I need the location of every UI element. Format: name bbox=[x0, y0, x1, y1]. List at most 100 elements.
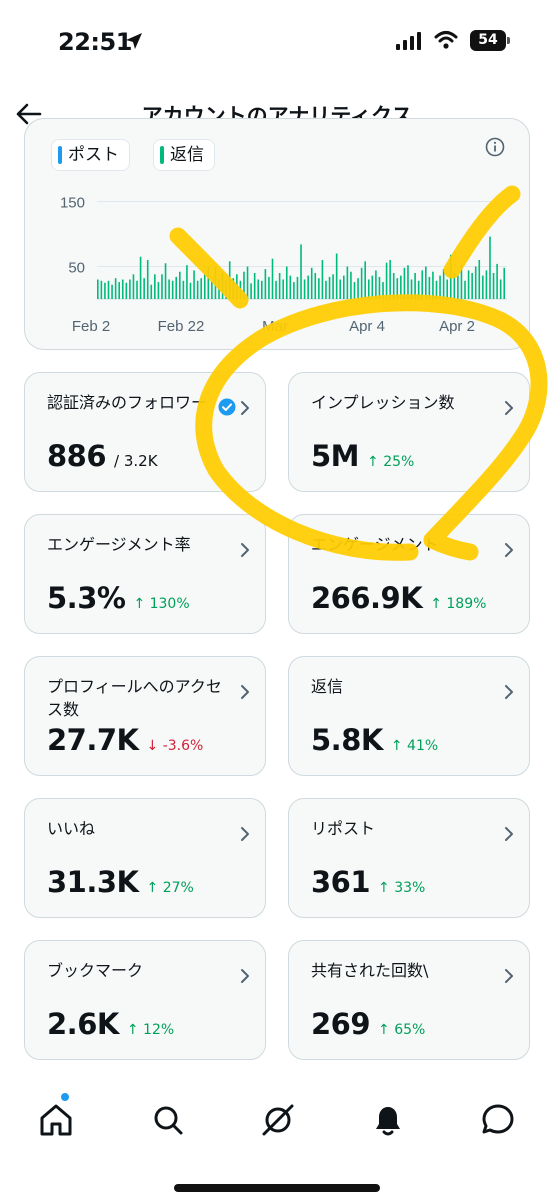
metric-change: ↑ 189% bbox=[430, 596, 487, 612]
chart-bar bbox=[214, 266, 217, 299]
metric-value-row: 27.7K ↓ -3.6% bbox=[47, 723, 203, 757]
chevron-right-icon bbox=[505, 401, 513, 415]
messages-icon[interactable] bbox=[476, 1098, 520, 1142]
chart-bar bbox=[196, 280, 199, 299]
activity-chart-card: ポスト 返信 150 50 Feb 2 Feb 22 Mar Apr 4 Apr 2 bbox=[24, 118, 530, 350]
chart-bar bbox=[367, 279, 370, 299]
chart-bar bbox=[143, 278, 145, 299]
metric-value-row: 5.8K ↑ 41% bbox=[311, 723, 438, 757]
chart-bar bbox=[392, 273, 395, 299]
chart-bar bbox=[467, 270, 470, 299]
chart-bar bbox=[339, 279, 342, 299]
chart-bar bbox=[189, 282, 192, 299]
chart-bar bbox=[303, 279, 306, 299]
grok-icon[interactable] bbox=[256, 1098, 300, 1142]
chart-bar bbox=[378, 276, 381, 299]
metric-card[interactable]: ブックマーク 2.6K ↑ 12% bbox=[24, 940, 266, 1060]
chart-bar bbox=[221, 273, 224, 299]
chart-bar bbox=[154, 274, 156, 299]
bell-icon[interactable] bbox=[366, 1098, 410, 1142]
notification-dot bbox=[60, 1092, 70, 1102]
status-bar: 22:51 54 bbox=[0, 0, 554, 80]
chart-bar bbox=[492, 273, 495, 299]
metric-card[interactable]: 共有された回数\ 269 ↑ 65% bbox=[288, 940, 530, 1060]
chart-bar bbox=[161, 274, 163, 299]
chart-bar bbox=[136, 280, 138, 299]
metric-label: リポスト bbox=[311, 819, 376, 838]
chart-bar bbox=[385, 262, 388, 299]
chart-bar bbox=[414, 273, 416, 299]
metric-value: 31.3K bbox=[47, 865, 139, 899]
chart-bar bbox=[243, 271, 245, 299]
chevron-right-icon bbox=[505, 543, 513, 557]
chart-bar bbox=[353, 282, 356, 299]
metric-card[interactable]: エンゲージメント率 5.3% ↑ 130% bbox=[24, 514, 266, 634]
chart-bar bbox=[111, 284, 113, 299]
chart-bar bbox=[496, 263, 498, 299]
chart-bar bbox=[375, 270, 377, 299]
chart-bar bbox=[207, 266, 210, 299]
chart-bar bbox=[275, 280, 277, 299]
metric-change: ↓ -3.6% bbox=[146, 738, 204, 754]
metric-card[interactable]: インプレッション数 5M ↑ 25% bbox=[288, 372, 530, 492]
chart-bar bbox=[132, 274, 135, 299]
metric-card[interactable]: プロフィールへのアクセス数 27.7K ↓ -3.6% bbox=[24, 656, 266, 776]
chart-bar bbox=[289, 275, 292, 299]
metric-card[interactable]: 認証済みのフォロワー 886 / 3.2K bbox=[24, 372, 266, 492]
metric-value-row: 31.3K ↑ 27% bbox=[47, 865, 194, 899]
chart-bar bbox=[268, 276, 270, 299]
metric-value-row: 269 ↑ 65% bbox=[311, 1007, 425, 1041]
chart-bar bbox=[250, 283, 252, 299]
chevron-right-icon bbox=[241, 969, 249, 983]
chart-bar bbox=[350, 271, 352, 299]
chart-bar bbox=[464, 280, 466, 299]
chart-bar bbox=[282, 279, 284, 299]
chart-bar bbox=[389, 260, 391, 299]
chart-bar bbox=[364, 261, 366, 299]
metric-card[interactable]: 返信 5.8K ↑ 41% bbox=[288, 656, 530, 776]
metric-label: エンゲージメント bbox=[311, 535, 439, 554]
chart-bar bbox=[129, 279, 131, 299]
chart-bar bbox=[425, 266, 427, 299]
metric-value-row: 5M ↑ 25% bbox=[311, 439, 414, 473]
chart-bar bbox=[499, 279, 502, 299]
chart-bar bbox=[343, 275, 345, 299]
chart-bar bbox=[335, 253, 338, 299]
chart-bar bbox=[104, 282, 106, 299]
chevron-right-icon bbox=[241, 543, 249, 557]
chart-bar bbox=[300, 244, 302, 299]
chart-bar bbox=[228, 261, 231, 299]
chevron-right-icon bbox=[505, 827, 513, 841]
home-icon[interactable] bbox=[34, 1098, 78, 1142]
chart-bar bbox=[503, 267, 506, 299]
chart-bar bbox=[400, 275, 402, 299]
metric-value: 361 bbox=[311, 865, 371, 899]
chart-bar bbox=[97, 279, 99, 299]
chart-bar bbox=[485, 270, 488, 299]
chevron-right-icon bbox=[241, 401, 249, 415]
metric-label: エンゲージメント率 bbox=[47, 535, 191, 554]
chevron-right-icon bbox=[241, 685, 249, 699]
cellular-signal-icon bbox=[396, 32, 421, 50]
search-icon[interactable] bbox=[146, 1098, 190, 1142]
chart-bar bbox=[285, 266, 288, 299]
chart-bar bbox=[460, 263, 463, 299]
x-tick-label: Feb 2 bbox=[72, 318, 110, 335]
chart-bar bbox=[457, 275, 459, 299]
chart-bar bbox=[332, 274, 334, 299]
chart-bar bbox=[193, 270, 195, 299]
metric-card[interactable]: いいね 31.3K ↑ 27% bbox=[24, 798, 266, 918]
metric-value-row: 2.6K ↑ 12% bbox=[47, 1007, 174, 1041]
metric-value-row: 886 / 3.2K bbox=[47, 439, 158, 473]
metric-value: 27.7K bbox=[47, 723, 139, 757]
chart-bar bbox=[175, 276, 178, 299]
chart-bar bbox=[346, 266, 349, 299]
metric-card[interactable]: リポスト 361 ↑ 33% bbox=[288, 798, 530, 918]
chart-bar bbox=[328, 276, 331, 299]
battery-icon: 54 bbox=[470, 30, 510, 51]
metric-card[interactable]: エンゲージメント 266.9K ↑ 189% bbox=[288, 514, 530, 634]
chart-bar bbox=[261, 280, 263, 299]
y-tick-label: 50 bbox=[68, 260, 85, 277]
metric-value: 5M bbox=[311, 439, 360, 473]
chart-bar bbox=[310, 267, 313, 299]
